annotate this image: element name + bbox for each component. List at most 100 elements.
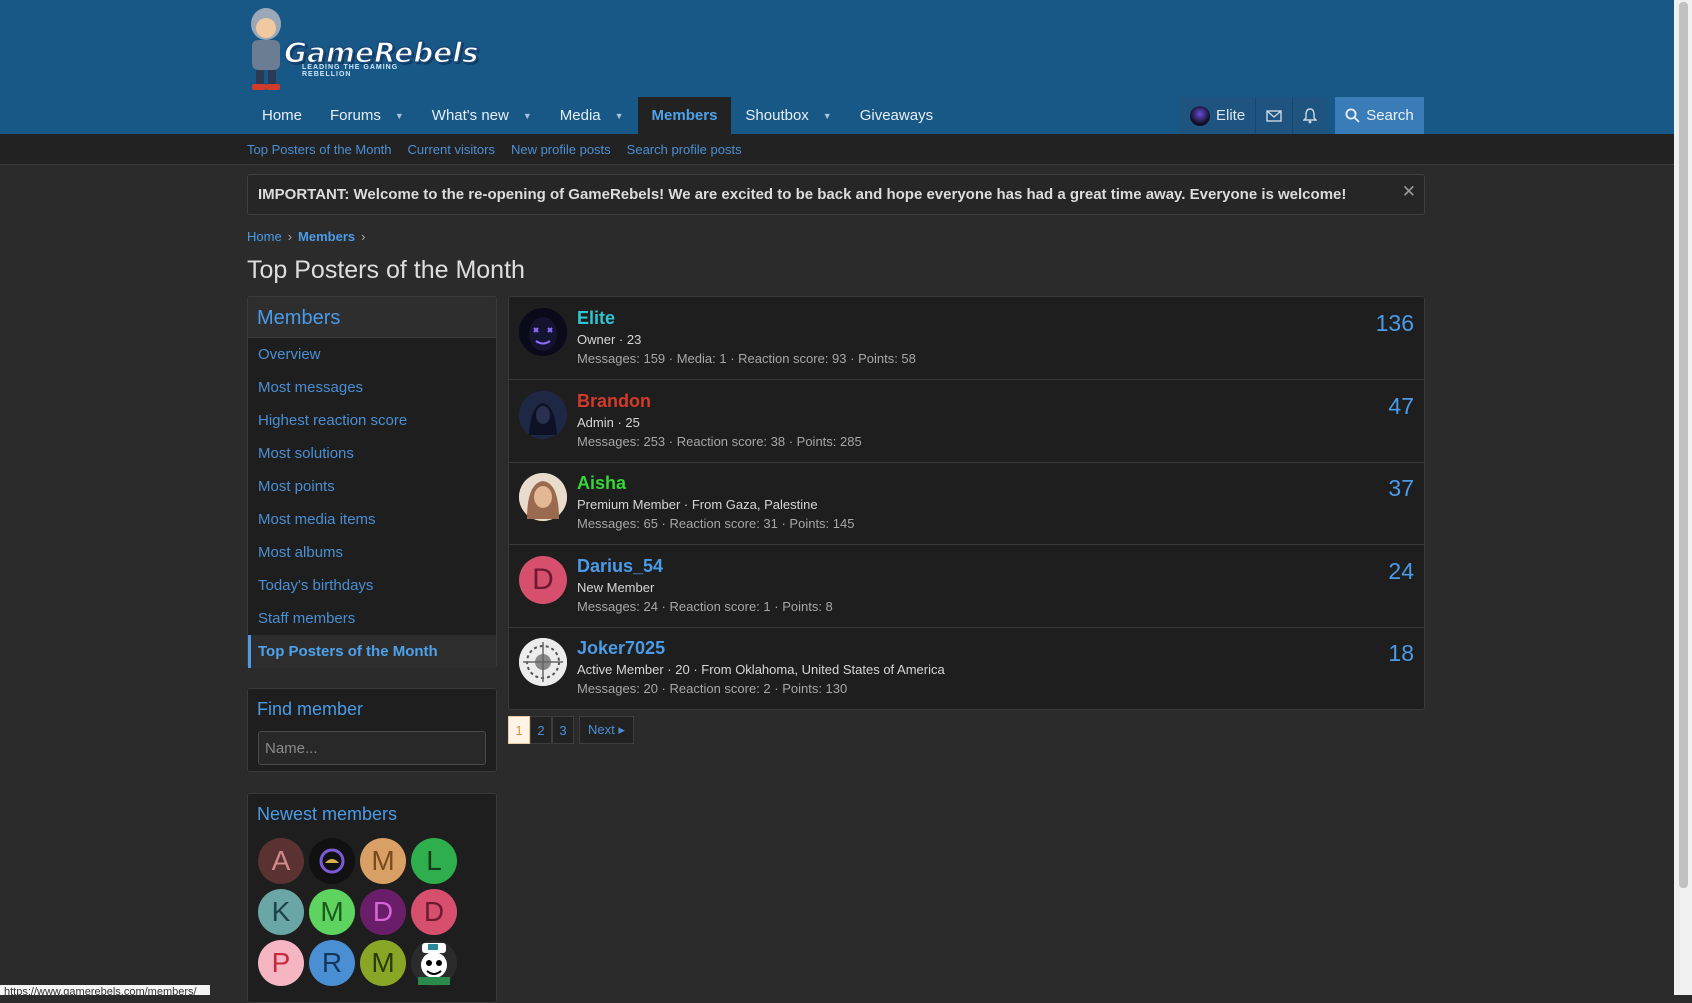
breadcrumb-home[interactable]: Home [247,229,282,244]
member-name[interactable]: Aisha [577,473,626,494]
notice-text: IMPORTANT: Welcome to the re-opening of … [258,186,1347,203]
members-menu-item[interactable]: Most albums [248,536,496,569]
avatar-image [519,638,567,687]
envelope-icon [1266,109,1282,122]
newest-member-avatar[interactable]: L [411,838,457,884]
member-post-count[interactable]: 18 [1388,640,1414,667]
member-avatar[interactable] [519,308,567,356]
nav-label: Home [262,107,303,124]
breadcrumb: Home › Members › [247,229,365,244]
member-row: Brandon Admin · 25 Messages: 253 · Reactio… [509,380,1424,463]
members-menu-item[interactable]: Today's birthdays [248,569,496,602]
inbox-button[interactable] [1255,97,1293,134]
search-icon [1345,108,1360,123]
nav-media[interactable]: Media ▼ [546,97,638,134]
member-role: New Member [577,579,655,595]
member-stats: Messages: 159 · Media: 1 · Reaction scor… [577,351,916,366]
member-name[interactable]: Brandon [577,391,651,412]
members-menu-item[interactable]: Staff members [248,602,496,635]
nav-giveaways[interactable]: Giveaways [846,97,947,134]
page-2-button[interactable]: 2 [530,716,552,744]
members-menu-list: Overview Most messages Highest reaction sc… [248,338,496,668]
newest-member-avatar[interactable]: M [360,940,406,986]
find-member-block: Find member [247,688,497,772]
newest-member-avatar[interactable]: D [411,889,457,935]
pagination: 1 2 3 Next ▸ [508,716,634,744]
members-menu-item[interactable]: Top Posters of the Month [248,635,496,668]
members-menu-item[interactable]: Most solutions [248,437,496,470]
bell-icon [1303,107,1318,123]
page-title: Top Posters of the Month [247,256,525,284]
member-avatar[interactable] [519,390,567,439]
member-name[interactable]: Darius_54 [577,556,663,577]
nav-label: Members [651,107,718,124]
member-post-count[interactable]: 24 [1388,558,1414,585]
members-menu-item[interactable]: Highest reaction score [248,404,496,437]
chevron-down-icon[interactable]: ▼ [395,111,404,121]
chevron-right-icon: › [287,229,293,244]
newest-member-avatar[interactable]: M [360,838,406,884]
newest-member-avatar[interactable]: R [309,940,355,986]
nav-label: Media [559,107,601,124]
chevron-down-icon[interactable]: ▼ [823,111,832,121]
member-name[interactable]: Elite [577,308,615,329]
chevron-down-icon[interactable]: ▼ [615,111,624,121]
member-avatar[interactable] [519,473,567,522]
newest-member-avatar[interactable]: K [258,889,304,935]
member-avatar[interactable]: D [519,555,567,604]
member-row: D Darius_54 New Member Messages: 24 · React… [509,545,1424,628]
page-3-button[interactable]: 3 [552,716,574,744]
newest-members-block: Newest members AMLKMDDPRM [247,793,497,1003]
nav-home[interactable]: Home [248,97,316,134]
newest-member-avatar[interactable]: M [309,889,355,935]
member-post-count[interactable]: 136 [1376,310,1414,337]
sub-nav: Top Posters of the Month Current visitors… [0,134,1674,165]
nav-what-s-new[interactable]: What's new ▼ [418,97,546,134]
members-menu-heading: Members [248,297,496,338]
page-1-button[interactable]: 1 [508,716,530,744]
scrollbar-thumb[interactable] [1679,2,1688,888]
member-row: Aisha Premium Member · From Gaza, Palesti… [509,462,1424,546]
member-stats: Messages: 253 · Reaction score: 38 · Poi… [577,433,862,449]
breadcrumb-members[interactable]: Members [298,229,355,244]
mascot-icon [251,8,281,90]
members-menu-item[interactable]: Most points [248,470,496,503]
members-menu-item[interactable]: Most media items [248,503,496,536]
user-nav: Elite Search [1180,97,1424,134]
find-member-input[interactable] [258,731,486,765]
page-scrollbar[interactable] [1674,0,1692,995]
newest-member-avatar[interactable] [309,838,355,884]
member-name[interactable]: Joker7025 [577,638,665,659]
sub-nav-link[interactable]: Current visitors [408,142,495,157]
nav-shoutbox[interactable]: Shoutbox ▼ [731,97,845,134]
member-post-count[interactable]: 47 [1388,393,1414,420]
user-avatar [1190,105,1210,126]
avatar-image [319,848,345,874]
alerts-button[interactable] [1292,97,1328,134]
member-post-count[interactable]: 37 [1388,475,1414,502]
newest-member-avatar[interactable]: D [360,889,406,935]
members-menu-item[interactable]: Overview [248,338,496,371]
site-notice: IMPORTANT: Welcome to the re-opening of … [247,174,1425,215]
newest-members-grid: AMLKMDDPRM [258,838,457,986]
newest-member-avatar[interactable]: A [258,838,304,884]
newest-member-avatar[interactable] [411,940,457,986]
nav-forums[interactable]: Forums ▼ [316,97,418,134]
main-nav: Home Forums ▼ What's new ▼ Media ▼ Members Shout… [248,97,947,134]
sub-nav-link[interactable]: New profile posts [511,142,611,157]
sub-nav-link[interactable]: Top Posters of the Month [247,142,392,157]
member-stats: Messages: 20 · Reaction score: 2 · Point… [577,681,848,697]
close-icon[interactable]: ✕ [1402,182,1416,202]
sub-nav-link[interactable]: Search profile posts [627,142,742,157]
nav-members[interactable]: Members [637,97,732,134]
newest-member-avatar[interactable]: P [258,940,304,986]
member-avatar[interactable] [519,638,567,687]
avatar-image [418,943,450,985]
site-logo[interactable]: GameRebels LEADING THE GAMING REBELLION [246,6,479,92]
chevron-down-icon[interactable]: ▼ [523,111,532,121]
members-menu-item[interactable]: Most messages [248,371,496,404]
account-button[interactable]: Elite [1180,97,1256,134]
search-button[interactable]: Search [1335,97,1424,134]
next-page-button[interactable]: Next ▸ [579,716,634,744]
sub-nav-links: Top Posters of the Month Current visitors… [247,142,742,157]
